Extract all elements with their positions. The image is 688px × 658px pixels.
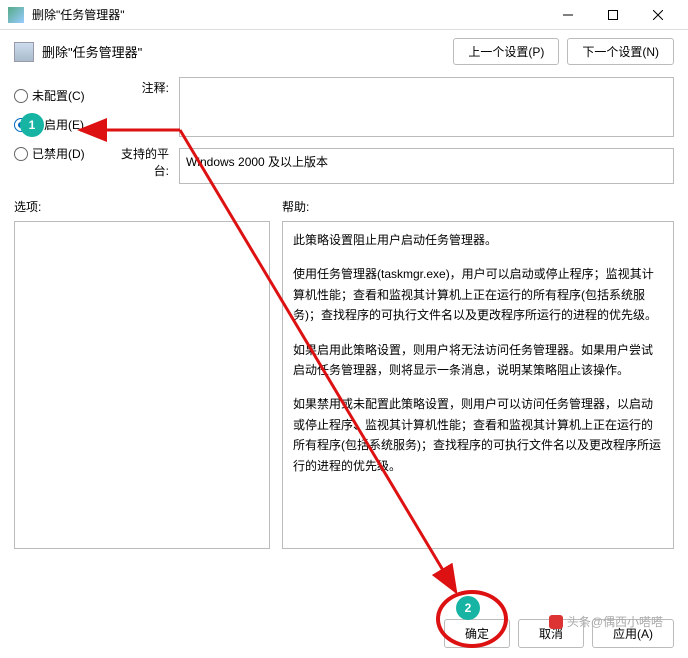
- annotation-badge-1: 1: [20, 113, 44, 137]
- section-labels: 选项: 帮助:: [0, 184, 688, 221]
- ok-button[interactable]: 确定: [444, 619, 510, 648]
- help-p3: 如果启用此策略设置，则用户将无法访问任务管理器。如果用户尝试启动任务管理器，则将…: [293, 340, 663, 381]
- maximize-button[interactable]: [590, 1, 635, 29]
- annotation-badge-2: 2: [456, 596, 480, 620]
- platform-label: 支持的平台:: [119, 145, 169, 179]
- options-panel: [14, 221, 270, 549]
- options-label: 选项:: [14, 198, 282, 215]
- help-panel: 此策略设置阻止用户启动任务管理器。 使用任务管理器(taskmgr.exe)，用…: [282, 221, 674, 549]
- radio-not-configured[interactable]: 未配置(C): [14, 87, 119, 104]
- radio-label-disabled: 已禁用(D): [32, 145, 85, 162]
- field-column: Windows 2000 及以上版本: [179, 77, 674, 184]
- watermark: 头条@偶西小嗒嗒: [549, 613, 663, 630]
- help-p2: 使用任务管理器(taskmgr.exe)，用户可以启动或停止程序；监视其计算机性…: [293, 264, 663, 325]
- window-controls: [545, 1, 680, 29]
- supported-platform-box[interactable]: Windows 2000 及以上版本: [179, 148, 674, 184]
- label-column: 注释: 支持的平台:: [119, 77, 179, 184]
- prev-label: 上一个设置(P): [468, 45, 544, 59]
- window-title: 删除"任务管理器": [32, 6, 545, 23]
- header-row: 删除"任务管理器" 上一个设置(P) 下一个设置(N): [0, 30, 688, 77]
- help-p1: 此策略设置阻止用户启动任务管理器。: [293, 230, 663, 250]
- config-area: 未配置(C) 已启用(E) 已禁用(D) 注释: 支持的平台: Windows …: [0, 77, 688, 184]
- previous-setting-button[interactable]: 上一个设置(P): [453, 38, 559, 65]
- radio-disabled[interactable]: 已禁用(D): [14, 145, 119, 162]
- minimize-button[interactable]: [545, 1, 590, 29]
- window-icon: [8, 7, 24, 23]
- platform-text: Windows 2000 及以上版本: [186, 155, 328, 169]
- next-setting-button[interactable]: 下一个设置(N): [567, 38, 674, 65]
- help-p4: 如果禁用或未配置此策略设置，则用户可以访问任务管理器，以启动或停止程序、监视其计…: [293, 394, 663, 476]
- comment-label: 注释:: [119, 77, 169, 145]
- ok-label: 确定: [465, 627, 489, 641]
- policy-icon: [14, 42, 34, 62]
- policy-title: 删除"任务管理器": [42, 42, 445, 61]
- panels-row: 此策略设置阻止用户启动任务管理器。 使用任务管理器(taskmgr.exe)，用…: [0, 221, 688, 549]
- comment-textarea[interactable]: [179, 77, 674, 137]
- close-button[interactable]: [635, 1, 680, 29]
- radio-label-not-configured: 未配置(C): [32, 87, 85, 104]
- next-label: 下一个设置(N): [582, 45, 659, 59]
- help-label: 帮助:: [282, 198, 309, 215]
- window-titlebar: 删除"任务管理器": [0, 0, 688, 30]
- radio-icon: [14, 147, 28, 161]
- radio-icon: [14, 89, 28, 103]
